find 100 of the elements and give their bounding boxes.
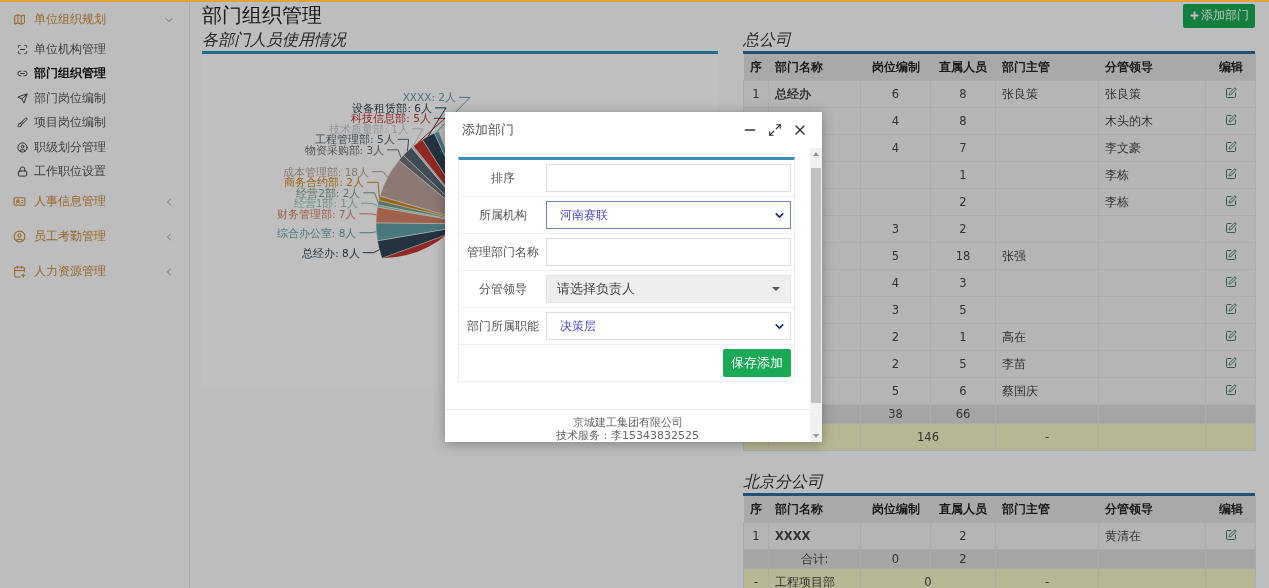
table-cell: 5 <box>930 296 996 324</box>
column-header: 岗位编制 <box>860 496 931 523</box>
field-label: 分管领导 <box>477 281 528 297</box>
slice-label: 经营1部: 1人 <box>293 197 358 210</box>
column-header: 序 <box>743 54 769 81</box>
select-field[interactable]: 河南赛联 <box>546 201 791 229</box>
scrollbar[interactable] <box>810 148 822 442</box>
leader-line <box>386 149 402 159</box>
edit-icon[interactable] <box>1224 140 1237 153</box>
edit-icon[interactable] <box>1224 356 1237 369</box>
page-title: 部门组织管理 <box>202 2 322 29</box>
table-cell: 8 <box>930 80 996 108</box>
table-cell: 4 <box>860 269 931 297</box>
table-cell: 6 <box>930 377 996 405</box>
table-cell: 李苗 <box>995 350 1099 378</box>
table-cell: 高在 <box>995 323 1099 351</box>
edit-icon[interactable] <box>1224 383 1237 396</box>
table-cell: 蔡国庆 <box>995 377 1099 405</box>
edit-icon[interactable] <box>1224 194 1237 207</box>
column-header: 岗位编制 <box>860 54 931 81</box>
plus-icon <box>1189 10 1200 21</box>
edit-icon[interactable] <box>1224 86 1237 99</box>
table-cell: 3 <box>930 269 996 297</box>
table-cell: 2 <box>860 323 931 351</box>
select-field[interactable]: 决策层 <box>546 312 791 340</box>
table-cell: 总经办 <box>768 80 861 108</box>
slice-label: 总经办: 8人 <box>302 246 360 259</box>
table-cell: 1 <box>743 522 769 550</box>
table-cell: 张良策 <box>1098 80 1206 108</box>
table-cell: 8 <box>930 107 996 135</box>
sidebar-item[interactable]: 工作职位设置 <box>0 159 189 184</box>
item-icon <box>17 166 28 178</box>
table-cell: 李栋 <box>1098 161 1206 189</box>
column-header: 编辑 <box>1205 496 1256 523</box>
edit-icon[interactable] <box>1224 113 1237 126</box>
item-icon <box>17 117 28 129</box>
table-cell: 黄清在 <box>1098 522 1206 550</box>
sidebar-item[interactable]: 职级划分管理 <box>0 135 189 160</box>
slice-label: 综合办公室: 8人 <box>276 226 357 239</box>
field-label: 部门所属职能 <box>465 318 540 334</box>
table-cell: 李文豪 <box>1098 134 1206 162</box>
footer-text: 技术服务：李15343832525 <box>556 429 699 442</box>
leader-line <box>371 171 389 178</box>
item-icon <box>17 43 28 55</box>
edit-icon[interactable] <box>1224 329 1237 342</box>
slice-label: 财务管理部: 7人 <box>276 207 357 220</box>
table-cell: 李栋 <box>1098 188 1206 216</box>
select-field[interactable]: 请选择负责人 <box>546 275 791 303</box>
slice-label: 成本管理部: 18人 <box>282 165 369 178</box>
table-cell: - <box>995 423 1099 451</box>
group-label: 人力资源管理 <box>34 263 107 280</box>
leader-line <box>358 213 377 216</box>
caret-icon <box>772 287 780 291</box>
edit-icon[interactable] <box>1224 248 1237 261</box>
sidebar-item[interactable]: 单位机构管理 <box>0 37 189 62</box>
table-cell: 3 <box>860 296 931 324</box>
input-field[interactable] <box>546 238 791 266</box>
edit-icon[interactable] <box>1224 275 1237 288</box>
column-header: 部门主管 <box>995 54 1099 81</box>
group-icon <box>13 13 26 26</box>
table-cell: 4 <box>860 134 931 162</box>
sidebar-item[interactable]: 部门岗位编制 <box>0 86 189 111</box>
group-label: 员工考勤管理 <box>34 228 107 245</box>
leader-line <box>397 138 410 152</box>
table-cell: 1 <box>930 161 996 189</box>
column-header: 部门名称 <box>768 496 861 523</box>
sidebar-item[interactable]: 项目岗位编制 <box>0 110 189 135</box>
slice-label: XXXX: 2人 <box>402 91 456 104</box>
table-cell: 2 <box>930 522 996 550</box>
edit-icon[interactable] <box>1224 221 1237 234</box>
table-cell: 5 <box>930 350 996 378</box>
save-button[interactable]: 保存添加 <box>723 349 791 377</box>
table-cell: 5 <box>860 242 931 270</box>
edit-icon[interactable] <box>1224 528 1237 541</box>
table-cell: 18 <box>930 242 996 270</box>
column-header: 编辑 <box>1205 54 1256 81</box>
input-field[interactable] <box>546 164 791 192</box>
table-cell: 146 <box>860 423 996 451</box>
table-cell: 2 <box>930 215 996 243</box>
slice-label: 设备租赁部: 6人 <box>352 101 432 114</box>
maximize-icon[interactable] <box>768 123 782 137</box>
table-cell: 张强 <box>995 242 1099 270</box>
leader-line <box>358 231 377 234</box>
group-icon <box>13 195 26 208</box>
table-cell: 1 <box>743 80 769 108</box>
field-label: 管理部门名称 <box>465 244 540 260</box>
column-header: 分管领导 <box>1098 54 1206 81</box>
edit-icon[interactable] <box>1224 167 1237 180</box>
sidebar-item[interactable]: 部门组织管理 <box>0 61 189 86</box>
group-label: 单位组织规划 <box>34 11 107 28</box>
column-header: 序 <box>743 496 769 523</box>
edit-icon[interactable] <box>1224 302 1237 315</box>
field-label: 所属机构 <box>477 207 528 223</box>
group-icon <box>13 230 26 243</box>
column-header: 直属人员 <box>930 496 996 523</box>
table-cell: 3 <box>860 215 931 243</box>
dialog-title: 添加部门 <box>462 121 515 139</box>
table-cell: 木头的木 <box>1098 107 1206 135</box>
field-label: 排序 <box>489 170 516 186</box>
table-cell: 2 <box>860 350 931 378</box>
